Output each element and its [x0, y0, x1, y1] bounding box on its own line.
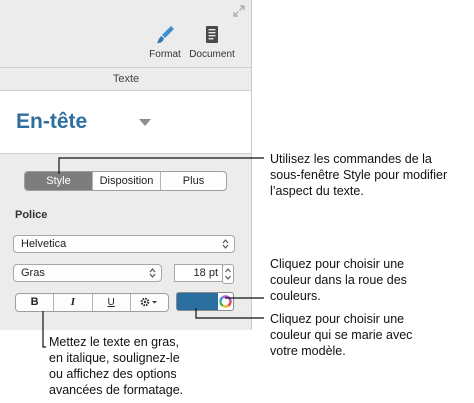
expand-icon[interactable] — [232, 4, 246, 18]
callout-line: votre modèle. — [270, 344, 346, 358]
panel-fade — [0, 318, 251, 330]
stepper-arrows-icon — [225, 268, 231, 280]
callout-line: couleurs. — [270, 289, 321, 303]
document-button[interactable]: Document — [180, 24, 244, 60]
callout-format-buttons: Mettez le texte en gras, en italique, so… — [49, 334, 183, 398]
section-title: Texte — [112, 73, 140, 85]
font-section-label: Police — [15, 209, 48, 221]
paragraph-style-name[interactable]: En-tête — [16, 110, 87, 134]
callout-line: Cliquez pour choisir une — [270, 257, 405, 271]
advanced-options-button[interactable] — [129, 294, 168, 311]
tab-plus[interactable]: Plus — [160, 172, 226, 190]
callout-line: l’aspect du texte. — [270, 184, 364, 198]
tab-disposition[interactable]: Disposition — [92, 172, 160, 190]
callout-line: Mettez le texte en gras, — [49, 335, 179, 349]
popup-arrows-icon — [149, 268, 156, 278]
callout-line: ou affichez des options — [49, 367, 177, 381]
callout-line: en italique, soulignez-le — [49, 351, 180, 365]
divider — [0, 153, 251, 154]
paintbrush-icon — [157, 26, 174, 44]
inspector-tabs: Style Disposition Plus — [24, 171, 227, 191]
format-label: Format — [149, 49, 181, 60]
callout-line: Cliquez pour choisir une — [270, 312, 405, 326]
callout-line: avancées de formatage. — [49, 383, 184, 397]
callout-line: sous-fenêtre Style pour modifier — [270, 168, 448, 182]
font-typeface-popup[interactable]: Gras — [13, 264, 162, 282]
font-size-stepper[interactable] — [222, 264, 234, 284]
tab-style[interactable]: Style — [25, 172, 92, 190]
underline-button[interactable]: U — [91, 294, 130, 311]
font-size-field[interactable]: 18 pt — [174, 264, 223, 282]
callout-color-wheel: Cliquez pour choisir une couleur dans la… — [270, 256, 407, 304]
text-format-buttons: B I U — [15, 293, 169, 312]
chevron-down-icon[interactable] — [139, 119, 151, 126]
italic-button[interactable]: I — [53, 294, 91, 311]
callout-color-well: Cliquez pour choisir une couleur qui se … — [270, 311, 412, 359]
gear-icon — [141, 297, 158, 307]
document-icon — [206, 26, 218, 43]
color-wheel-button[interactable] — [218, 292, 234, 311]
callout-line: couleur dans la roue des — [270, 273, 407, 287]
font-family-value: Helvetica — [21, 238, 67, 250]
callout-line: couleur qui se marie avec — [270, 328, 413, 342]
document-label: Document — [189, 49, 235, 60]
callout-line: Utilisez les commandes de la — [270, 152, 432, 166]
text-color-well[interactable] — [176, 292, 220, 311]
callout-style-tab: Utilisez les commandes de la sous-fenêtr… — [270, 151, 447, 199]
popup-arrows-icon — [222, 239, 229, 249]
format-inspector-panel: Format Document Texte En-tête Style Disp… — [0, 0, 252, 330]
font-typeface-value: Gras — [21, 267, 45, 279]
font-family-popup[interactable]: Helvetica — [13, 235, 235, 253]
color-wheel-icon — [219, 295, 232, 308]
bold-button[interactable]: B — [16, 294, 53, 311]
